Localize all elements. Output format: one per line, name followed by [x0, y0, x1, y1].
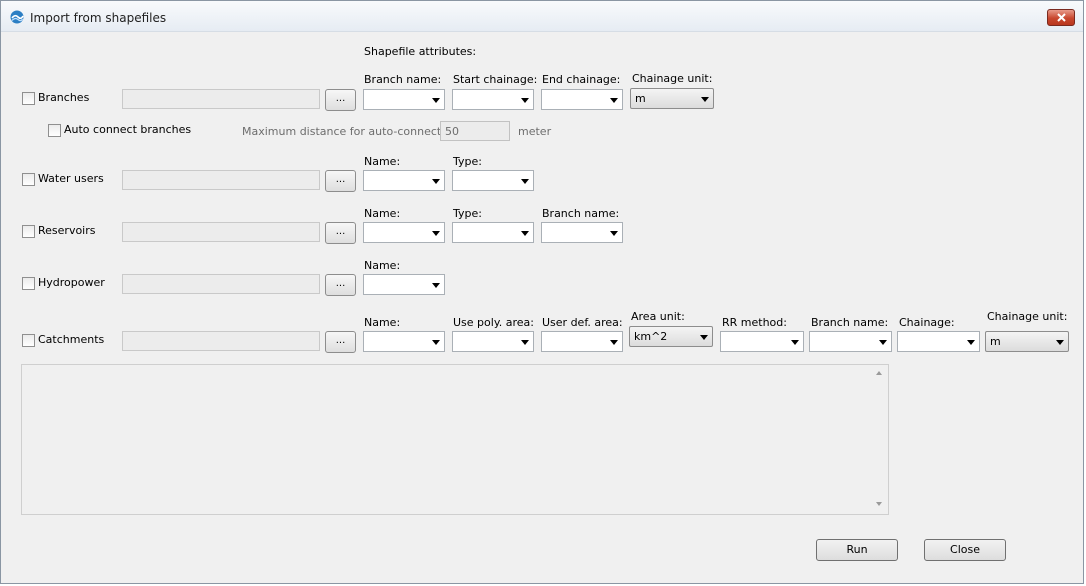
chevron-down-icon [432, 340, 440, 345]
reservoirs-branch-name-select[interactable] [541, 222, 623, 243]
reservoirs-name-select[interactable] [363, 222, 445, 243]
catchments-user-def-area-select[interactable] [541, 331, 623, 352]
max-distance-unit: meter [518, 125, 552, 138]
hydropower-browse-button[interactable]: ... [325, 274, 356, 296]
catchments-name-select[interactable] [363, 331, 445, 352]
hydropower-name-select[interactable] [363, 274, 445, 295]
catchments-path-input[interactable] [122, 331, 320, 351]
col-reservoirs-branch-name: Branch name: [542, 207, 620, 220]
chevron-down-icon [610, 340, 618, 345]
catchments-chainage-unit-value: m [990, 335, 1001, 348]
water-users-browse-button[interactable]: ... [325, 170, 356, 192]
hydropower-label: Hydropower [38, 276, 105, 289]
window-close-button[interactable] [1047, 9, 1075, 26]
chevron-down-icon [521, 340, 529, 345]
catchments-use-poly-area-select[interactable] [452, 331, 534, 352]
col-catchments-branch-name: Branch name: [811, 316, 889, 329]
branches-path-input[interactable] [122, 89, 320, 109]
col-catchments-area-unit: Area unit: [631, 310, 685, 323]
branches-label: Branches [38, 91, 90, 104]
branches-end-chainage-select[interactable] [541, 89, 623, 110]
catchments-area-unit-select[interactable]: km^2 [629, 326, 713, 347]
col-end-chainage: End chainage: [542, 73, 621, 86]
col-catchments-rr-method: RR method: [722, 316, 787, 329]
close-icon [1057, 13, 1066, 22]
col-water-users-name: Name: [364, 155, 401, 168]
chevron-down-icon [432, 179, 440, 184]
branches-chainage-unit-value: m [635, 92, 646, 105]
hydropower-checkbox[interactable] [22, 277, 35, 290]
catchments-browse-button[interactable]: ... [325, 331, 356, 353]
scroll-up-icon[interactable] [876, 371, 882, 375]
chevron-down-icon [432, 98, 440, 103]
app-icon [10, 10, 24, 24]
branches-start-chainage-select[interactable] [452, 89, 534, 110]
chevron-down-icon [521, 231, 529, 236]
chevron-down-icon [967, 340, 975, 345]
shapefile-attributes-heading: Shapefile attributes: [364, 45, 477, 58]
title-bar: Import from shapefiles [1, 1, 1083, 32]
branches-chainage-unit-select[interactable]: m [630, 88, 714, 109]
col-branch-name: Branch name: [364, 73, 442, 86]
reservoirs-type-select[interactable] [452, 222, 534, 243]
col-catchments-chainage-unit: Chainage unit: [987, 310, 1068, 323]
col-reservoirs-name: Name: [364, 207, 401, 220]
reservoirs-label: Reservoirs [38, 224, 96, 237]
catchments-label: Catchments [38, 333, 105, 346]
chevron-down-icon [521, 179, 529, 184]
window-title: Import from shapefiles [30, 11, 167, 25]
branches-browse-button[interactable]: ... [325, 89, 356, 111]
col-water-users-type: Type: [453, 155, 482, 168]
catchments-area-unit-value: km^2 [634, 330, 668, 343]
chevron-down-icon [879, 340, 887, 345]
chevron-down-icon [610, 231, 618, 236]
chevron-down-icon [610, 98, 618, 103]
water-users-checkbox[interactable] [22, 173, 35, 186]
chevron-down-icon [701, 97, 709, 102]
branches-checkbox[interactable] [22, 92, 35, 105]
col-catchments-use-poly-area: Use poly. area: [453, 316, 534, 329]
catchments-branch-name-select[interactable] [809, 331, 892, 352]
chevron-down-icon [432, 283, 440, 288]
col-reservoirs-type: Type: [453, 207, 482, 220]
catchments-chainage-select[interactable] [897, 331, 980, 352]
water-users-name-select[interactable] [363, 170, 445, 191]
run-button[interactable]: Run [816, 539, 898, 561]
close-button[interactable]: Close [924, 539, 1006, 561]
max-distance-input[interactable]: 50 [440, 121, 510, 141]
col-catchments-chainage: Chainage: [899, 316, 955, 329]
col-catchments-user-def-area: User def. area: [542, 316, 623, 329]
col-hydropower-name: Name: [364, 259, 401, 272]
chevron-down-icon [700, 335, 708, 340]
hydropower-path-input[interactable] [122, 274, 320, 294]
reservoirs-browse-button[interactable]: ... [325, 222, 356, 244]
branches-branch-name-select[interactable] [363, 89, 445, 110]
import-dialog: Import from shapefiles Shapefile attribu… [0, 0, 1084, 584]
water-users-label: Water users [38, 172, 104, 185]
water-users-type-select[interactable] [452, 170, 534, 191]
auto-connect-checkbox[interactable] [48, 124, 61, 137]
chevron-down-icon [432, 231, 440, 236]
water-users-path-input[interactable] [122, 170, 320, 190]
col-catchments-name: Name: [364, 316, 401, 329]
catchments-chainage-unit-select[interactable]: m [985, 331, 1069, 352]
chevron-down-icon [521, 98, 529, 103]
catchments-rr-method-select[interactable] [720, 331, 804, 352]
col-start-chainage: Start chainage: [453, 73, 538, 86]
reservoirs-path-input[interactable] [122, 222, 320, 242]
chevron-down-icon [1056, 340, 1064, 345]
scroll-down-icon[interactable] [876, 502, 882, 506]
max-distance-label: Maximum distance for auto-connection: [242, 125, 462, 138]
max-distance-value: 50 [445, 125, 459, 138]
log-output-area[interactable] [21, 364, 889, 515]
chevron-down-icon [791, 340, 799, 345]
reservoirs-checkbox[interactable] [22, 225, 35, 238]
catchments-checkbox[interactable] [22, 334, 35, 347]
auto-connect-label: Auto connect branches [64, 123, 192, 136]
col-chainage-unit: Chainage unit: [632, 72, 713, 85]
